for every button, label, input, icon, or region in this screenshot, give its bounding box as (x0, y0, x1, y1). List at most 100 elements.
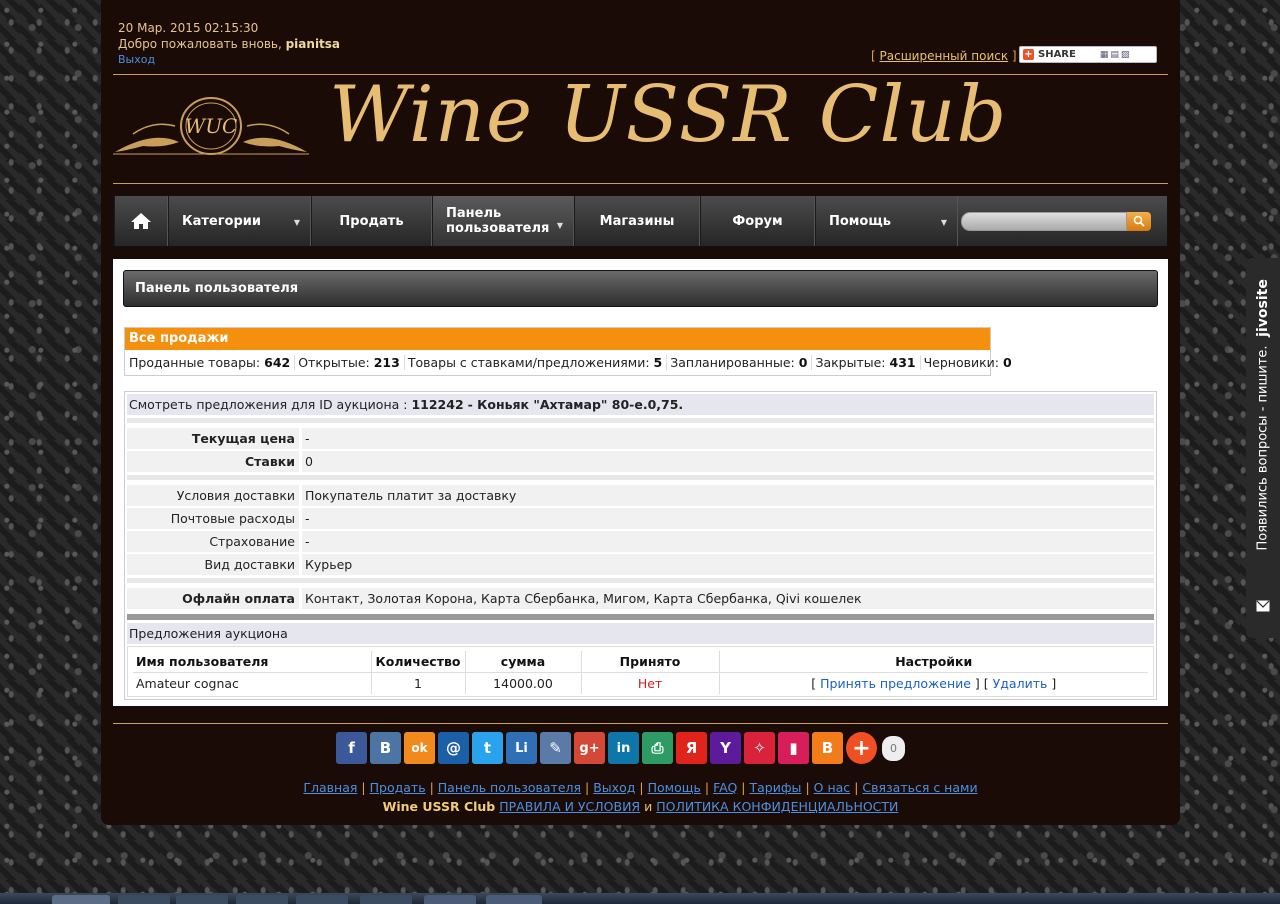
nav-label: Форум (732, 213, 783, 229)
print-icon[interactable]: ⎙ (642, 732, 673, 764)
home-icon (131, 213, 151, 229)
auction-offers-title: Предложения аукциона (127, 623, 1154, 644)
linkedin-icon[interactable]: in (608, 732, 639, 764)
nav-help[interactable]: Помощь ▼ (815, 196, 958, 246)
footer-link-faq[interactable]: FAQ (713, 780, 737, 795)
taskbar-app-icon[interactable] (360, 895, 412, 904)
blogger-icon[interactable]: B (812, 732, 843, 764)
stat-value: 431 (889, 355, 916, 370)
nav-forum[interactable]: Форум (700, 196, 815, 246)
logo-emblem-text: WUC (185, 114, 238, 138)
privacy-link[interactable]: ПОЛИТИКА КОНФИДЕНЦИАЛЬНОСТИ (656, 799, 898, 814)
liveinternet-icon[interactable]: Li (506, 732, 537, 764)
nav-categories[interactable]: Категории ▼ (168, 196, 311, 246)
nav-shops[interactable]: Магазины (574, 196, 700, 246)
stat-drafts[interactable]: Черновики: 0 (924, 355, 1016, 370)
footer-link-sell[interactable]: Продать (370, 780, 426, 795)
info-row-shipping-terms: Условия доставки Покупатель платит за дос… (127, 485, 1154, 506)
stat-closed[interactable]: Закрытые: 431 (815, 355, 921, 370)
taskbar-app-icon[interactable] (424, 895, 476, 904)
search-button[interactable] (1127, 211, 1151, 231)
caption-prefix: Смотреть предложения для ID аукциона : (129, 397, 408, 412)
jivosite-prompt: Появились вопросы - пишите. (1255, 345, 1271, 551)
nav-label: Панель пользователя (446, 206, 550, 236)
section-divider (127, 614, 1154, 620)
more-plus-icon[interactable]: + (846, 732, 877, 764)
column-header: Количество (371, 651, 466, 673)
advanced-search: [ Расширенный поиск ] (871, 49, 1017, 63)
odnoklassniki-icon[interactable]: ok (404, 732, 435, 764)
delete-offer-link[interactable]: Удалить (993, 676, 1048, 691)
yahoo-icon[interactable]: Y (710, 732, 741, 764)
logo-emblem-icon[interactable]: WUC (113, 90, 309, 162)
footer-link-home[interactable]: Главная (303, 780, 357, 795)
google-plus-icon[interactable]: g+ (574, 732, 605, 764)
page-wrapper: 20 Мар. 2015 02:15:30 Добро пожаловать в… (101, 0, 1180, 825)
accept-offer-link[interactable]: Принять предложение (820, 676, 971, 691)
offer-user: Amateur cognac (133, 672, 372, 694)
info-label: Офлайн оплата (127, 588, 299, 609)
table-row: Amateur cognac 1 14000.00 Нет [ Принять … (133, 672, 1148, 695)
jivosite-chat-tab[interactable]: jivosite Появились вопросы - пишите. (1246, 258, 1280, 638)
taskbar-app-browser-icon[interactable] (52, 895, 110, 904)
taskbar-app-icon[interactable] (118, 895, 170, 904)
facebook-icon[interactable]: f (336, 732, 367, 764)
username[interactable]: pianitsa (286, 37, 340, 51)
terms-link[interactable]: ПРАВИЛА И УСЛОВИЯ (499, 799, 640, 814)
offer-actions: [ Принять предложение ] [ Удалить ] (719, 673, 1148, 695)
bracket: [ (871, 49, 876, 63)
auction-title: - Коньяк "Ахтамар" 80-е.0,75. (467, 397, 684, 412)
stat-label: Открытые: (298, 355, 370, 370)
offer-accepted-status: Нет (581, 672, 720, 694)
taskbar-app-icon[interactable] (176, 895, 228, 904)
footer-link-logout[interactable]: Выход (593, 780, 635, 795)
livejournal-icon[interactable]: ✎ (540, 732, 571, 764)
search-input[interactable] (961, 211, 1127, 231)
taskbar-app-icon[interactable] (236, 895, 288, 904)
info-label: Ставки (127, 451, 299, 472)
info-value: Контакт, Золотая Корона, Карта Сбербанка… (302, 588, 1154, 609)
twitter-icon[interactable]: t (472, 732, 503, 764)
info-label: Текущая цена (127, 428, 299, 449)
nav-sell[interactable]: Продать (311, 196, 432, 246)
stat-sold[interactable]: Проданные товары: 642 (129, 355, 296, 370)
search-icon (1133, 215, 1145, 227)
footer-link-tariffs[interactable]: Тарифы (750, 780, 802, 795)
row-divider (127, 418, 1154, 423)
footer-site-name: Wine USSR Club (382, 799, 496, 814)
yandex-icon[interactable]: Я (676, 732, 707, 764)
info-value: - (302, 428, 1154, 449)
info-label: Страхование (127, 531, 299, 552)
footer-link-about[interactable]: О нас (814, 780, 851, 795)
surfingbird-icon[interactable]: ✧ (744, 732, 775, 764)
stat-label: Товары с ставками/предложениями: (407, 355, 650, 370)
stat-value: 5 (653, 355, 663, 370)
logout-link[interactable]: Выход (118, 52, 340, 68)
all-sales-header[interactable]: Все продажи (125, 328, 990, 350)
footer-link-help[interactable]: Помощь (648, 780, 701, 795)
nav-user-panel[interactable]: Панель пользователя ▼ (432, 196, 574, 246)
vkontakte-icon[interactable]: B (370, 732, 401, 764)
taskbar-app-icon[interactable] (486, 895, 542, 904)
mail-icon[interactable]: @ (438, 732, 469, 764)
nav-home[interactable] (114, 196, 168, 246)
caret-down-icon: ▼ (293, 218, 300, 227)
info-value: - (302, 531, 1154, 552)
taskbar-app-icon[interactable] (296, 895, 348, 904)
advanced-search-link[interactable]: Расширенный поиск (880, 49, 1009, 63)
stat-with-bids[interactable]: Товары с ставками/предложениями: 5 (407, 355, 668, 370)
info-row-delivery: Вид доставки Курьер (127, 554, 1154, 575)
offer-quantity: 1 (371, 672, 466, 694)
stat-scheduled[interactable]: Запланированные: 0 (670, 355, 813, 370)
stat-open[interactable]: Открытые: 213 (298, 355, 405, 370)
offer-amount: 14000.00 (465, 672, 582, 694)
footer-link-contact[interactable]: Связаться с нами (862, 780, 977, 795)
column-header: сумма (465, 651, 582, 673)
nav-label: Магазины (599, 213, 675, 229)
stat-value: 213 (373, 355, 400, 370)
footer-link-user-panel[interactable]: Панель пользователя (438, 780, 581, 795)
bookmark-icon[interactable]: ▮ (778, 732, 809, 764)
share-button[interactable]: + SHARE ▦▤▨ (1019, 46, 1157, 63)
site-logo-title[interactable]: Wine USSR Club (329, 70, 1008, 160)
info-row-insurance: Страхование - (127, 531, 1154, 552)
